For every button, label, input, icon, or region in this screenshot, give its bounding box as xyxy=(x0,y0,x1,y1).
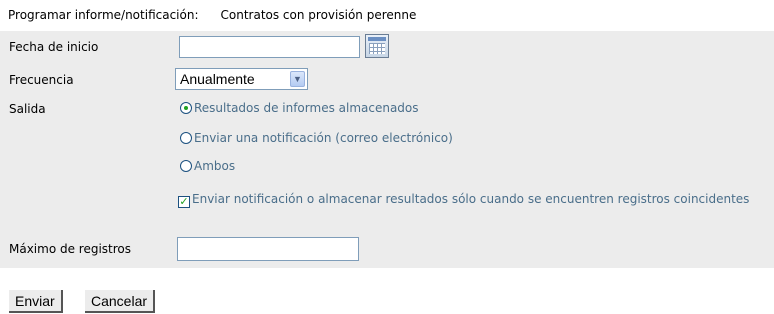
page-header: Programar informe/notificación: Contrato… xyxy=(8,6,416,24)
radio-icon[interactable] xyxy=(180,132,192,144)
report-name: Contratos con provisión perenne xyxy=(220,8,417,22)
chevron-down-icon[interactable]: ▼ xyxy=(290,71,305,87)
output-option-both[interactable]: Ambos xyxy=(180,159,235,173)
cancel-button[interactable]: Cancelar xyxy=(85,290,156,313)
only-when-matching-checkbox[interactable]: ✓ Enviar notificación o almacenar resulta… xyxy=(178,189,758,209)
calendar-icon[interactable] xyxy=(365,34,389,58)
frequency-label: Frecuencia xyxy=(9,73,74,87)
checkbox-label: Enviar notificación o almacenar resultad… xyxy=(192,192,750,206)
schedule-label: Programar informe/notificación: xyxy=(8,8,199,22)
start-date-input[interactable] xyxy=(179,36,360,58)
option-label: Enviar una notificación (correo electrón… xyxy=(194,131,453,145)
checkbox-checked-icon[interactable]: ✓ xyxy=(178,196,190,208)
max-records-input[interactable] xyxy=(177,237,359,261)
output-option-notification[interactable]: Enviar una notificación (correo electrón… xyxy=(180,131,453,145)
frequency-selected-value: Anualmente xyxy=(180,71,255,87)
start-date-label: Fecha de inicio xyxy=(9,40,99,54)
radio-icon[interactable] xyxy=(180,160,192,172)
output-option-stored-results[interactable]: Resultados de informes almacenados xyxy=(180,101,419,115)
option-label: Resultados de informes almacenados xyxy=(194,101,419,115)
output-label: Salida xyxy=(9,102,46,116)
form-panel xyxy=(0,31,774,268)
max-records-label: Máximo de registros xyxy=(9,242,132,256)
option-label: Ambos xyxy=(194,159,236,173)
radio-selected-icon[interactable] xyxy=(180,102,192,114)
frequency-select[interactable]: Anualmente ▼ xyxy=(175,68,308,90)
submit-button[interactable]: Enviar xyxy=(9,290,63,313)
